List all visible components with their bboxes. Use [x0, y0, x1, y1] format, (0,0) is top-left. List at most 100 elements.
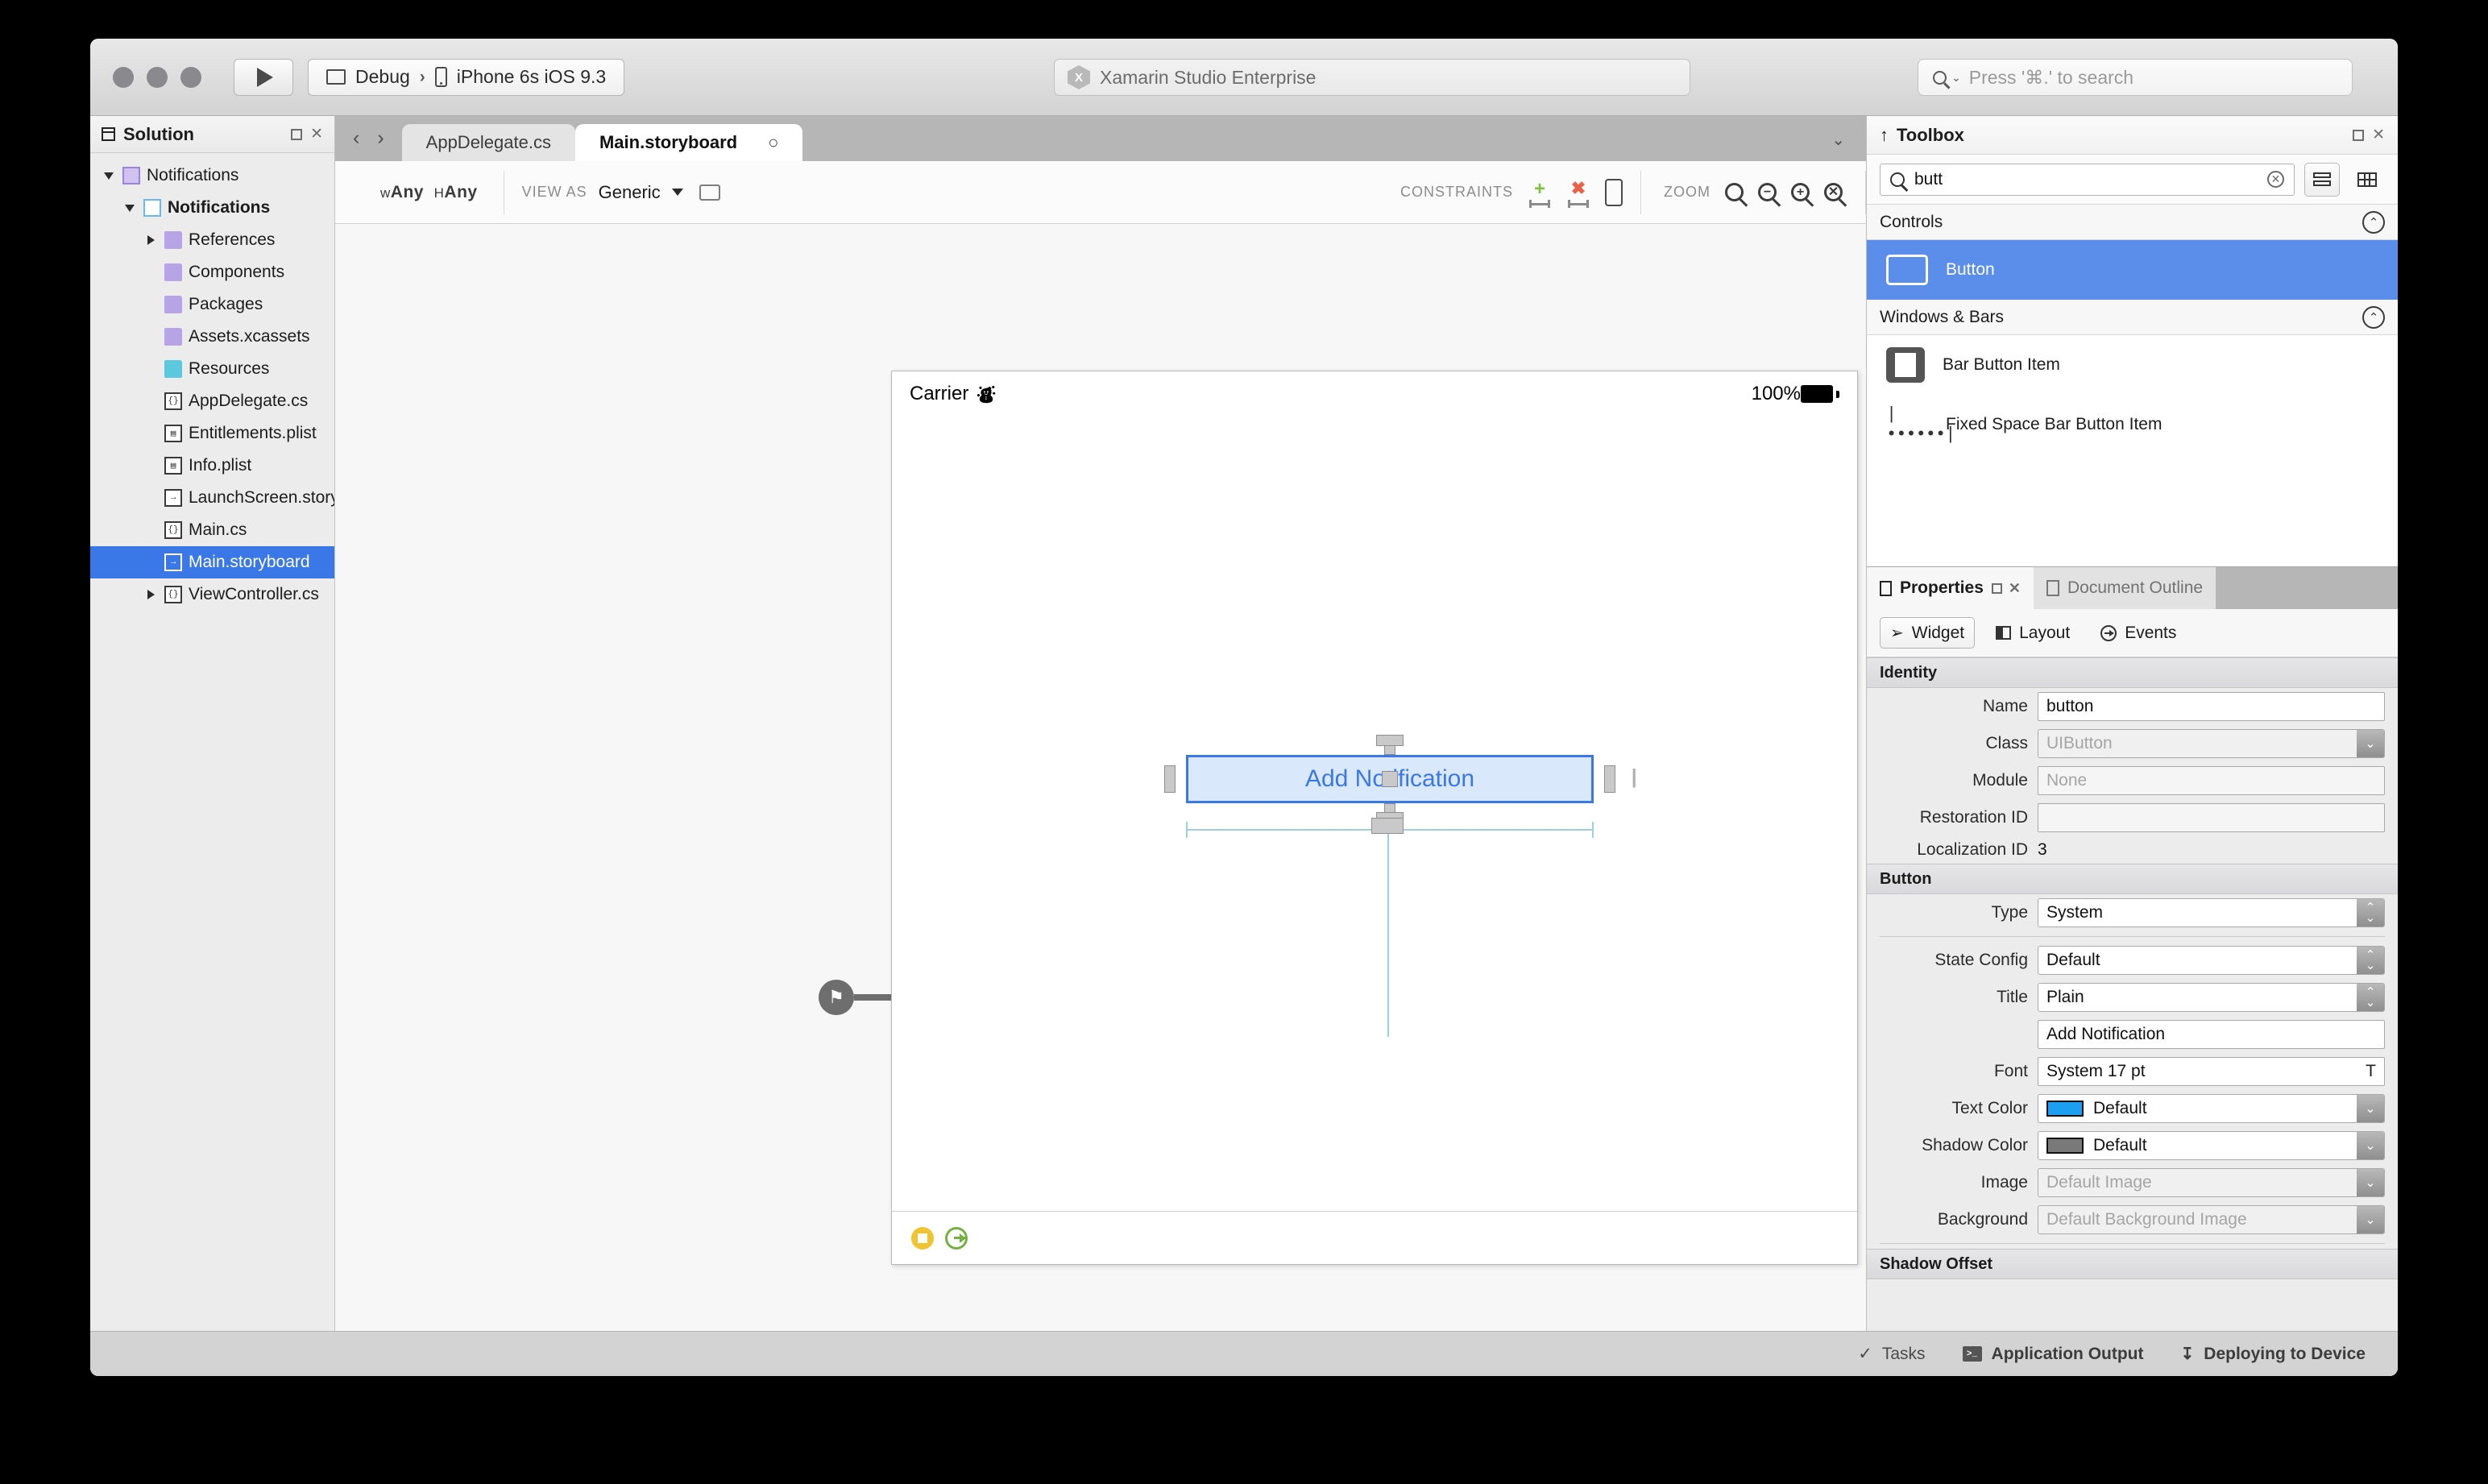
property-combo-type[interactable]: System ⌃ ⌄ — [2038, 898, 2385, 927]
clear-search-icon[interactable]: ✕ — [2267, 171, 2284, 188]
toolbox-item-button[interactable]: Button — [1867, 240, 2398, 300]
toolbox-item-bar-button-item[interactable]: Bar Button Item — [1867, 335, 2398, 395]
property-combo-text-color[interactable]: Default ⌄ — [2038, 1094, 2385, 1123]
status-application-output[interactable]: >_ Application Output — [1962, 1345, 2144, 1364]
property-input-font[interactable]: System 17 pt T — [2038, 1057, 2385, 1086]
exit-segue-icon[interactable] — [945, 1226, 968, 1250]
property-combo-shadow-color[interactable]: Default ⌄ — [2038, 1131, 2385, 1160]
property-combo-class[interactable]: UIButton ⌄ — [2038, 729, 2385, 758]
property-combo-state-config[interactable]: Default ⌃ ⌄ — [2038, 946, 2385, 975]
property-input-name[interactable]: button — [2038, 692, 2385, 721]
property-combo-background[interactable]: Default Background Image ⌄ — [2038, 1205, 2385, 1234]
scene-dock[interactable] — [892, 1211, 1857, 1264]
color-swatch[interactable] — [2046, 1101, 2084, 1117]
toolbox-grid-view-button[interactable] — [2349, 163, 2385, 197]
tree-item-appdelegate-cs[interactable]: {} AppDelegate.cs — [90, 385, 334, 417]
tree-item-components[interactable]: Components — [90, 256, 334, 288]
chevron-up-icon[interactable]: ⌃ — [2362, 305, 2385, 329]
status-deploying[interactable]: ↧ Deploying to Device — [2181, 1344, 2366, 1364]
tree-item-assets-xcassets[interactable]: Assets.xcassets — [90, 321, 334, 353]
zoom-out-icon[interactable]: − — [1758, 183, 1777, 201]
chevron-down-icon[interactable]: ⌄ — [2357, 1206, 2384, 1233]
constraint-line-vertical[interactable] — [1387, 829, 1389, 1037]
move-handle-center[interactable] — [1382, 771, 1398, 787]
toolbox-search-input[interactable]: butt ✕ — [1880, 163, 2295, 196]
close-pad-button[interactable]: ✕ — [310, 125, 323, 143]
tree-item-main-storyboard[interactable]: → Main.storyboard — [90, 546, 334, 578]
pin-toolbox-button[interactable] — [2353, 129, 2365, 141]
resize-handle-left[interactable] — [1164, 765, 1176, 793]
tree-item-resources[interactable]: Resources — [90, 353, 334, 385]
tab-properties[interactable]: Properties ✕ — [1867, 567, 2034, 609]
pin-properties-button[interactable] — [1991, 582, 2002, 594]
property-input-module[interactable]: None — [2038, 766, 2385, 795]
view-as-selector[interactable]: VIEW AS Generic — [504, 182, 736, 203]
nav-forward-icon[interactable]: › — [377, 126, 384, 150]
add-constraints-button[interactable]: + — [1528, 178, 1552, 208]
tab-overflow-chevron-down-icon[interactable]: ⌄ — [1831, 130, 1866, 161]
maximize-window-button[interactable] — [180, 66, 201, 88]
toolbox-item-fixed-space-bar-button-item[interactable]: |••••••| Fixed Space Bar Button Item — [1867, 395, 2398, 454]
tree-item-packages[interactable]: Packages — [90, 288, 334, 321]
device-preview-icon[interactable] — [699, 184, 720, 201]
tree-item-main-cs[interactable]: {} Main.cs — [90, 514, 334, 546]
run-configuration-selector[interactable]: Debug › iPhone 6s iOS 9.3 — [308, 58, 625, 96]
properties-mode-events[interactable]: Events — [2091, 619, 2186, 648]
tree-item-notifications[interactable]: Notifications — [90, 160, 334, 192]
zoom-to-fit-icon[interactable] — [1725, 183, 1744, 201]
chevron-up-icon[interactable]: ⌃ — [2362, 210, 2385, 234]
stepper-button[interactable]: ⌃ ⌄ — [2357, 899, 2384, 926]
window-controls[interactable] — [113, 66, 201, 88]
property-combo-title[interactable]: Plain ⌃ ⌄ — [2038, 983, 2385, 1012]
properties-mode-layout[interactable]: Layout — [1986, 619, 2080, 648]
scene-content[interactable]: Add Notification I — [892, 417, 1857, 1211]
solution-tree[interactable]: Notifications Notifications References Comp… — [90, 153, 334, 611]
add-notification-button[interactable]: Add Notification I — [1164, 735, 1638, 823]
status-tasks[interactable]: ✓ Tasks — [1858, 1344, 1925, 1364]
stepper-button[interactable]: ⌃ ⌄ — [2357, 984, 2384, 1011]
toolbox-group-windows-bars[interactable]: Windows & Bars ⌃ — [1867, 300, 2398, 335]
chevron-down-icon[interactable]: ⌄ — [2357, 1169, 2384, 1196]
color-swatch[interactable] — [2046, 1138, 2084, 1154]
property-input-add-notification[interactable]: Add Notification — [2038, 1020, 2385, 1049]
tree-item-notifications[interactable]: Notifications — [90, 192, 334, 224]
properties-mode-widget[interactable]: ➢ Widget — [1880, 617, 1976, 649]
tree-item-viewcontroller-cs[interactable]: {} ViewController.cs — [90, 578, 334, 611]
zoom-actual-size-icon[interactable]: ✕ — [1824, 183, 1843, 201]
constraint-handle-bottom[interactable] — [1371, 818, 1404, 834]
size-class-indicator[interactable]: wAny HAny — [335, 183, 504, 202]
tab-document-outline[interactable]: Document Outline — [2033, 567, 2216, 609]
tab-main-storyboard[interactable]: Main.storyboard ○ — [574, 124, 803, 161]
global-search-input[interactable]: ⌄ Press '⌘.' to search — [1918, 59, 2353, 96]
tree-item-launchscreen-storyboard[interactable]: → LaunchScreen.storyboard — [90, 482, 334, 514]
close-window-button[interactable] — [113, 66, 134, 88]
clear-constraints-button[interactable]: ✖ — [1566, 178, 1590, 208]
resize-handle-right[interactable] — [1604, 765, 1615, 793]
pin-pad-button[interactable] — [291, 128, 303, 140]
toolbox-list-view-button[interactable] — [2304, 162, 2340, 197]
close-properties-button[interactable]: ✕ — [2009, 580, 2021, 597]
zoom-in-icon[interactable]: + — [1791, 183, 1810, 201]
close-toolbox-button[interactable]: ✕ — [2372, 126, 2385, 144]
chevron-down-icon[interactable]: ⌄ — [2357, 1132, 2384, 1159]
chevron-down-icon[interactable]: ⌄ — [2357, 730, 2384, 757]
tree-item-entitlements-plist[interactable]: ▤ Entitlements.plist — [90, 417, 334, 450]
property-input-restoration-id[interactable] — [2038, 803, 2385, 832]
view-controller-scene[interactable]: Carrier ⛇ 100% Add Notification I — [891, 371, 1858, 1265]
chevron-down-icon[interactable]: ⌄ — [2357, 1095, 2384, 1122]
nav-back-icon[interactable]: ‹ — [353, 126, 359, 150]
tree-item-info-plist[interactable]: ▤ Info.plist — [90, 450, 334, 482]
stepper-button[interactable]: ⌃ ⌄ — [2357, 947, 2384, 974]
twisty-collapsed-icon[interactable] — [143, 590, 158, 599]
properties-content[interactable]: Identity Name button Class UIButton ⌄ Module No… — [1867, 657, 2398, 1331]
tab-appdelegate-cs[interactable]: AppDelegate.cs — [401, 124, 575, 161]
view-controller-icon[interactable] — [911, 1226, 934, 1250]
twisty-expanded-icon[interactable] — [102, 172, 116, 180]
device-frame-icon[interactable] — [1605, 178, 1623, 206]
resize-handle-top[interactable] — [1376, 735, 1404, 746]
storyboard-canvas[interactable]: ⚑ Carrier ⛇ 100% Add Notification I — [335, 224, 1866, 1331]
property-combo-image[interactable]: Default Image ⌄ — [2038, 1168, 2385, 1197]
chevron-down-icon[interactable] — [671, 189, 683, 196]
toolbox-group-controls[interactable]: Controls ⌃ — [1867, 205, 2398, 240]
run-button[interactable] — [234, 58, 293, 96]
